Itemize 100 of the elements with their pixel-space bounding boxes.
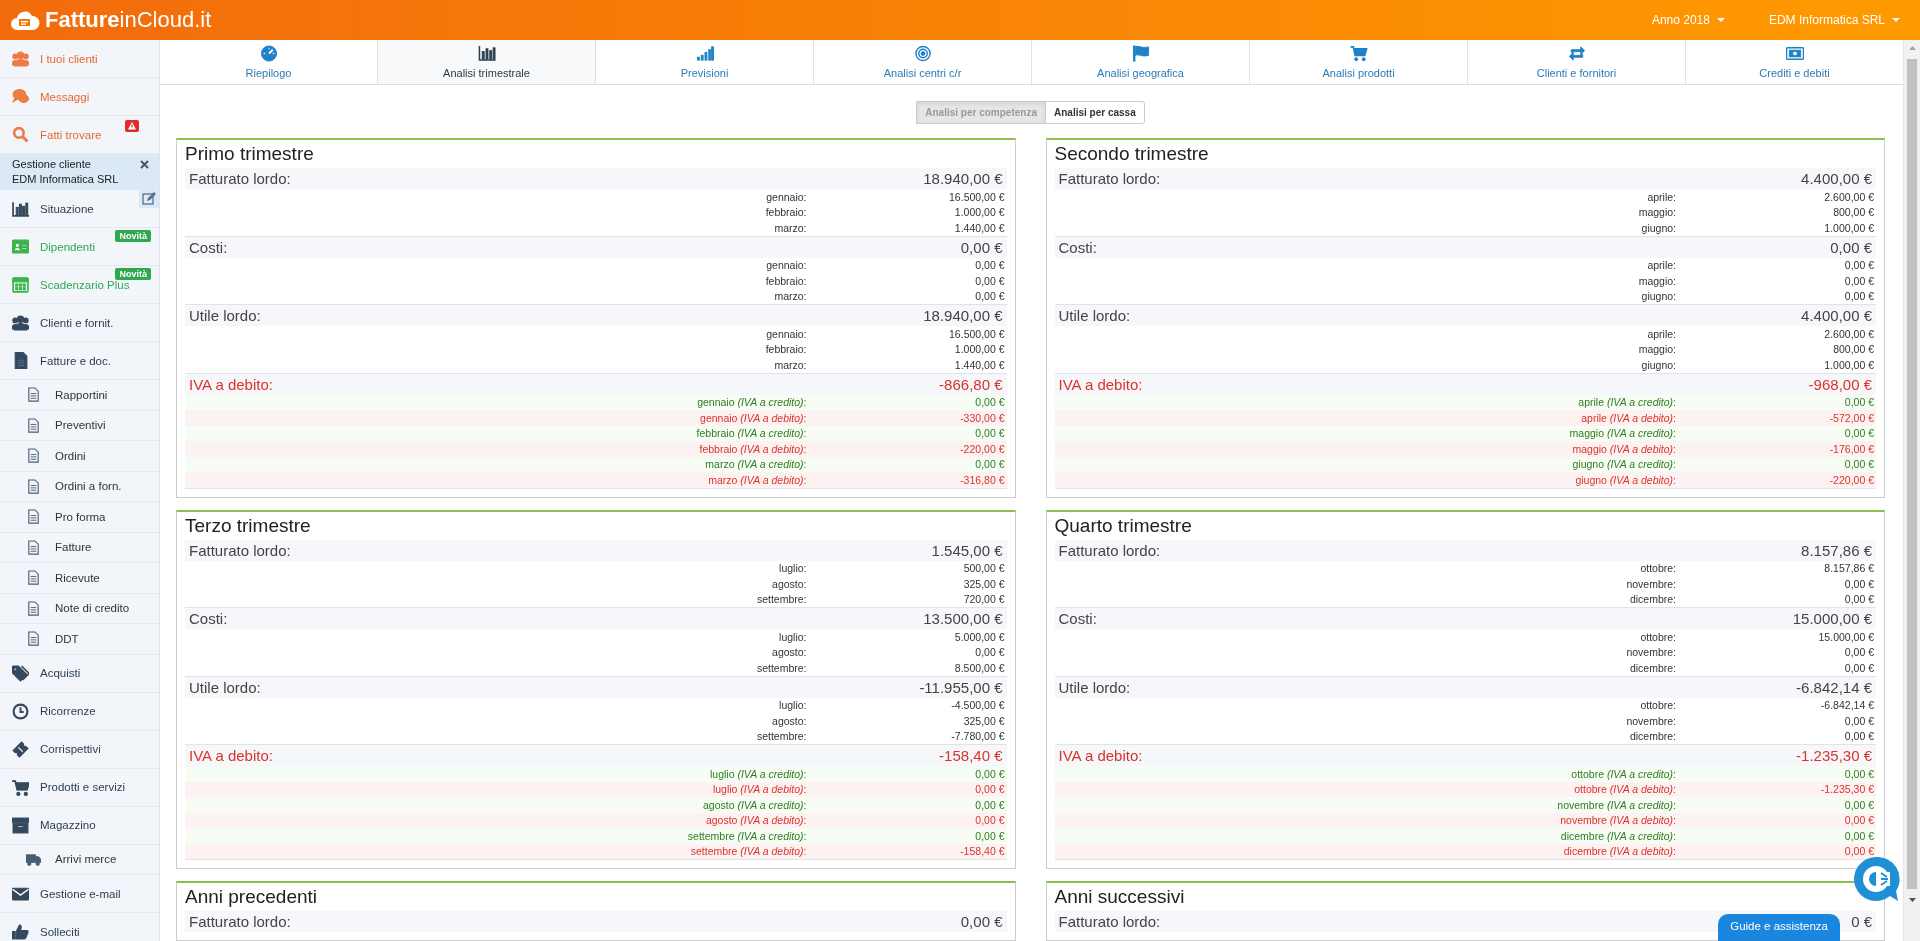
month-label: maggio: [1637,206,1676,219]
month-label: agosto (IVA a debito): [704,814,807,827]
sidebar-subitem[interactable]: Ordini [0,441,159,472]
calendar-icon [12,276,29,293]
section-label: IVA a debito: [1058,375,1143,393]
section-total: 0,00 € [960,238,1003,256]
month-value: 800,00 € [1832,343,1875,356]
sidebar-subitem[interactable]: Preventivi [0,410,159,441]
month-label: settembre (IVA a credito): [686,829,807,842]
month-label: ottobre: [1639,630,1676,643]
month-label: ottobre (IVA a debito): [1573,783,1676,796]
month-value: 0,00 € [974,427,1006,440]
document-icon [26,417,41,433]
month-value: 1.000,00 € [1823,358,1875,371]
section-total: 18.940,00 € [923,170,1003,187]
sidebar-subitem[interactable]: Ricevute [0,563,159,594]
month-value: 1.000,00 € [1823,221,1875,234]
section-label: Utile lordo: [1058,307,1131,324]
section-total: -6.842,14 € [1796,678,1872,696]
month-label: dicembre (IVA a credito): [1559,829,1676,842]
month-label: dicembre: [1628,593,1676,606]
section-total: 15.000,00 € [1792,610,1872,627]
month-label: marzo (IVA a credito): [704,458,807,471]
month-value: 0,00 € [1843,845,1875,858]
archive-icon [12,816,29,834]
month-label: settembre: [755,593,807,606]
month-value: 8.157,86 € [1823,562,1875,575]
month-label: maggio: [1637,343,1676,356]
people-icon [12,50,29,67]
edit-icon[interactable] [139,190,159,208]
month-value: 0,00 € [1843,730,1875,743]
section-total: 13.500,00 € [923,610,1003,627]
view-toggle-button[interactable]: Analisi per cassa [1046,101,1145,124]
month-value: 0,00 € [974,274,1006,287]
month-value: 0,00 € [1843,661,1875,674]
document-icon [12,352,29,369]
sidebar-subitem[interactable]: DDT [0,624,159,655]
scrollbar-thumb[interactable] [1907,59,1917,889]
section-total: 0 € [1851,913,1872,930]
card-title: Quarto trimestre [1054,513,1193,538]
target-icon [913,45,932,62]
exchange-arrows-icon [1567,45,1586,62]
month-value: -7.780,00 € [950,730,1006,743]
month-label: aprile (IVA a credito): [1577,396,1676,409]
bar-chart-icon [12,200,29,217]
month-label: ottobre: [1639,699,1676,712]
month-label: aprile (IVA a debito): [1580,411,1676,424]
sidebar-item[interactable]: Fatture e doc. [12,352,111,369]
card-title: Secondo trimestre [1054,142,1210,166]
sidebar-subitem[interactable]: Note di credito [0,593,159,624]
month-value: 0,00 € [1843,798,1875,811]
nav-tab[interactable]: Analisi trimestrale [378,40,596,84]
bar-chart-icon [477,45,496,62]
month-label: gennaio (IVA a credito): [696,396,807,409]
sidebar-item[interactable]: Prodotti e servizi [12,778,125,796]
section-label: IVA a debito: [189,747,273,764]
card-title: Primo trimestre [185,142,315,166]
sidebar-item[interactable]: Situazione [12,200,94,217]
month-label: maggio: [1637,274,1676,287]
sidebar-subitem[interactable]: Fatture [0,532,159,563]
sidebar-subitem[interactable]: Pro forma [0,502,159,533]
envelope-icon [12,885,29,902]
month-label: novembre: [1625,577,1676,590]
sidebar-subitem[interactable]: Ordini a forn. [0,471,159,502]
card-title: Anni successivi [1054,885,1186,909]
month-value: 8.500,00 € [953,661,1006,674]
sidebar-item[interactable]: Corrispettivi [12,740,101,758]
month-value: -330,00 € [959,411,1006,424]
sidebar-item[interactable]: Solleciti [12,923,80,940]
month-value: -1.235,30 € [1819,783,1875,796]
sidebar-item[interactable]: Acquisti [12,664,81,682]
month-label: novembre (IVA a debito): [1559,814,1676,827]
sidebar-subitem[interactable]: Arrivi merce [0,844,159,875]
month-label: febbraio (IVA a debito): [698,442,807,455]
section-label: Fatturato lordo: [1058,913,1161,930]
month-value: 0,00 € [974,458,1006,471]
close-icon[interactable] [140,160,149,169]
month-label: febbraio (IVA a credito): [695,427,807,440]
month-value: -572,00 € [1828,411,1875,424]
search-icon [12,126,29,143]
sidebar-item[interactable]: Magazzino [12,816,96,834]
month-label: luglio: [778,630,807,643]
sidebar-item[interactable]: Gestione e-mail [12,885,121,902]
ticket-icon [12,740,29,758]
help-button[interactable]: Guide e assistenza [1718,914,1840,941]
month-label: aprile: [1646,327,1676,340]
month-value: 0,00 € [974,396,1006,409]
sidebar-item[interactable]: Clienti e fornit. [12,314,114,331]
month-value: 5.000,00 € [953,630,1006,643]
month-value: 0,00 € [1843,646,1875,659]
section-total: -968,00 € [1808,375,1872,393]
sidebar-item[interactable]: Ricorrenze [12,702,96,720]
section-total: 4.400,00 € [1801,307,1872,324]
month-label: luglio: [778,562,807,575]
sidebar-subitem[interactable]: Rapportini [0,380,159,411]
month-label: luglio (IVA a credito): [709,767,807,780]
month-value: -220,00 € [1828,473,1875,486]
month-label: febbraio: [764,343,807,356]
dashboard-icon [259,45,278,62]
month-label: giugno (IVA a credito): [1571,458,1676,471]
